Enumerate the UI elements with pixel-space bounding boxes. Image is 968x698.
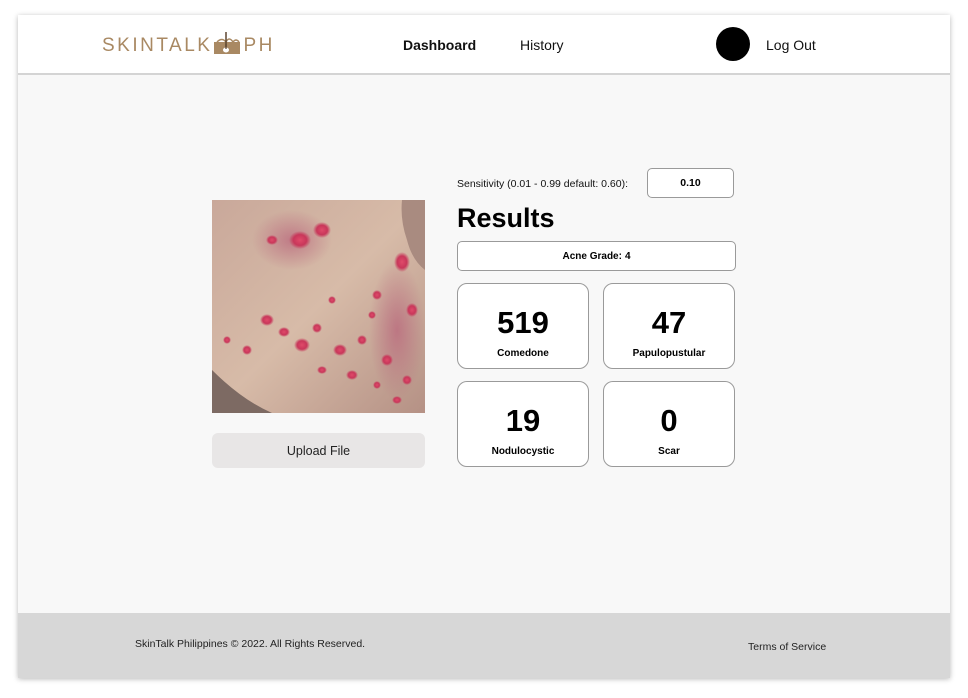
logo-text-ph: PH [243, 35, 275, 56]
count-value: 19 [505, 403, 541, 438]
terms-of-service-link[interactable]: Terms of Service [748, 641, 826, 653]
acne-grade-label: Acne Grade: [562, 250, 622, 262]
count-card-nodulocystic: 19 Nodulocystic [457, 381, 589, 467]
count-label: Comedone [497, 348, 549, 359]
count-card-papulopustular: 47 Papulopustular [603, 283, 735, 369]
count-value: 47 [651, 305, 687, 340]
count-value: 0 [660, 403, 678, 438]
copyright-text: SkinTalk Philippines © 2022. All Rights … [135, 638, 366, 650]
count-label: Scar [658, 446, 680, 457]
count-card-comedone: 519 Comedone [457, 283, 589, 369]
count-label: Nodulocystic [491, 446, 555, 457]
acne-grade-badge: Acne Grade: 4 [457, 241, 736, 271]
hair-follicle-icon [214, 32, 241, 60]
sensitivity-label: Sensitivity (0.01 - 0.99 default: 0.60): [457, 178, 629, 190]
avatar[interactable] [716, 27, 750, 61]
nav-dashboard[interactable]: Dashboard [403, 37, 476, 53]
skintalk-logo[interactable]: SKINTALK PH [102, 32, 275, 60]
uploaded-skin-photo [212, 200, 425, 413]
app-window: SKINTALK PH Dashboard History Log Out Up… [18, 15, 950, 678]
acne-grade-value: 4 [624, 250, 631, 262]
top-navbar: SKINTALK PH Dashboard History Log Out [18, 15, 950, 75]
nav-history[interactable]: History [520, 37, 564, 53]
count-label: Papulopustular [632, 348, 706, 359]
results-heading: Results [457, 203, 555, 233]
logout-link[interactable]: Log Out [766, 37, 816, 53]
sensitivity-input[interactable] [647, 168, 734, 198]
count-value: 519 [497, 305, 549, 340]
upload-file-button[interactable]: Upload File [212, 433, 425, 468]
footer: SkinTalk Philippines © 2022. All Rights … [18, 613, 950, 678]
logo-text-skintalk: SKINTALK [102, 35, 213, 56]
count-card-scar: 0 Scar [603, 381, 735, 467]
